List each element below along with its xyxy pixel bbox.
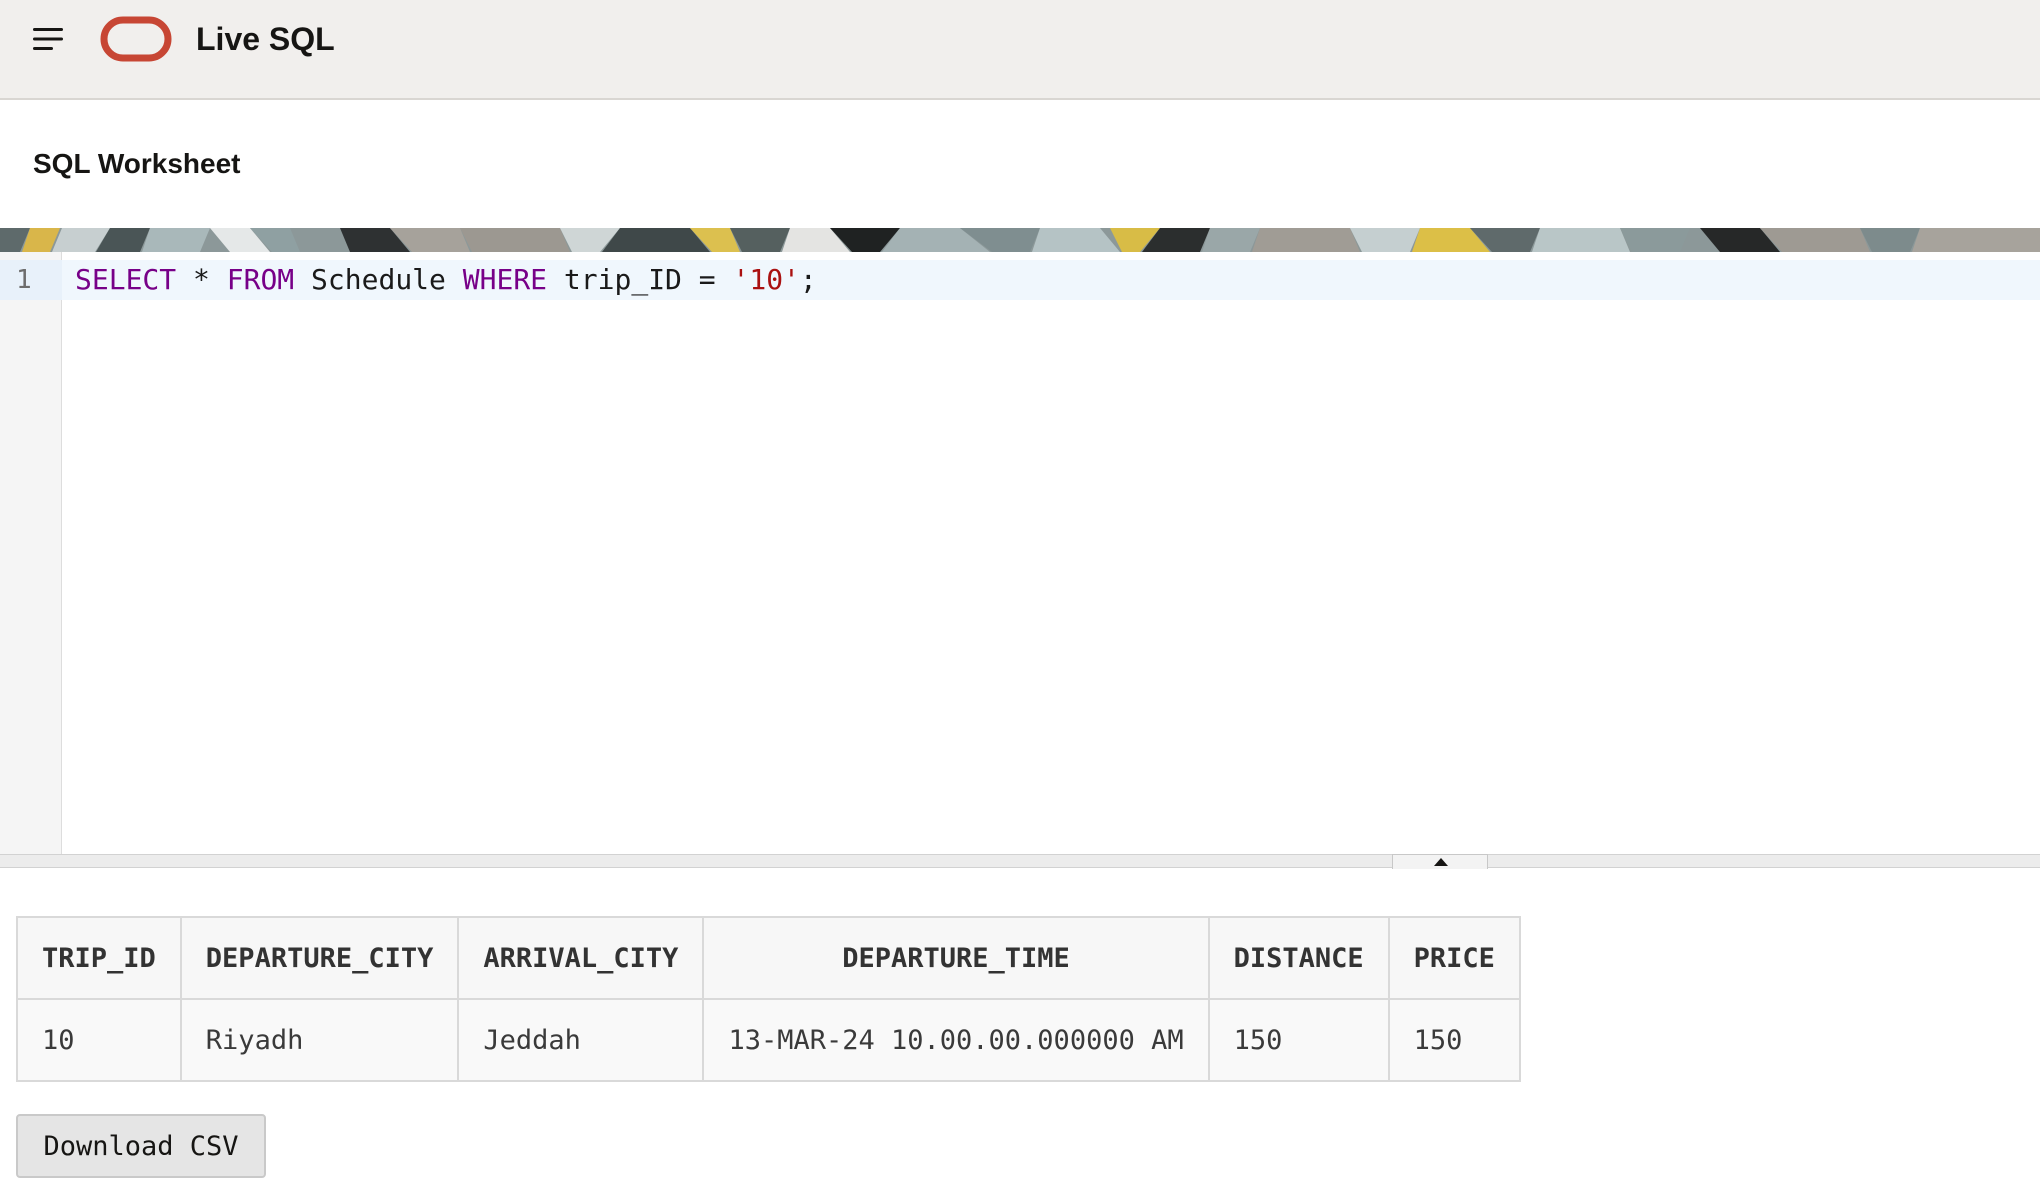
keyword-where: WHERE <box>462 263 548 296</box>
cell-trip-id: 10 <box>16 998 182 1082</box>
column-header-distance: DISTANCE <box>1207 916 1390 1000</box>
column-header-departure-city: DEPARTURE_CITY <box>179 916 460 1000</box>
keyword-from: FROM <box>226 263 295 296</box>
cell-price: 150 <box>1387 998 1521 1082</box>
string-literal: '10' <box>732 263 800 296</box>
cell-distance: 150 <box>1207 998 1390 1082</box>
table-row: 10 Riyadh Jeddah 13-MAR-24 10.00.00.0000… <box>16 998 1521 1082</box>
app-title: Live SQL <box>196 21 335 57</box>
code-condition: trip_ID = <box>547 263 733 296</box>
cell-arrival-city: Jeddah <box>457 998 705 1082</box>
table-header-row: TRIP_ID DEPARTURE_CITY ARRIVAL_CITY DEPA… <box>16 916 1521 1000</box>
keyword-select: SELECT <box>75 263 177 296</box>
code-terminator: ; <box>799 263 817 296</box>
app-header: Live SQL <box>0 0 2040 100</box>
splitter-toggle-button[interactable] <box>1392 854 1488 869</box>
column-header-arrival-city: ARRIVAL_CITY <box>457 916 705 1000</box>
column-header-trip-id: TRIP_ID <box>16 916 182 1000</box>
cell-departure-time: 13-MAR-24 10.00.00.000000 AM <box>702 998 1210 1082</box>
hamburger-menu-icon[interactable] <box>32 26 66 52</box>
column-header-departure-time: DEPARTURE_TIME <box>702 916 1210 1000</box>
decorative-banner <box>0 228 2040 252</box>
sql-editor[interactable]: 1 SELECT * FROM Schedule WHERE trip_ID =… <box>0 252 2040 854</box>
code-table-name: Schedule <box>294 263 463 296</box>
results-table: TRIP_ID DEPARTURE_CITY ARRIVAL_CITY DEPA… <box>16 916 1521 1082</box>
code-line[interactable]: SELECT * FROM Schedule WHERE trip_ID = '… <box>75 260 817 300</box>
pane-splitter[interactable] <box>0 854 2040 869</box>
caret-up-icon <box>1434 858 1448 866</box>
column-header-price: PRICE <box>1387 916 1521 1000</box>
cell-departure-city: Riyadh <box>179 998 460 1082</box>
line-number: 1 <box>16 265 32 295</box>
download-csv-button[interactable]: Download CSV <box>16 1114 266 1178</box>
line-number-gutter <box>0 252 62 854</box>
oracle-logo-icon[interactable] <box>100 16 172 62</box>
page-title: SQL Worksheet <box>33 148 241 179</box>
code-star: * <box>176 263 227 296</box>
